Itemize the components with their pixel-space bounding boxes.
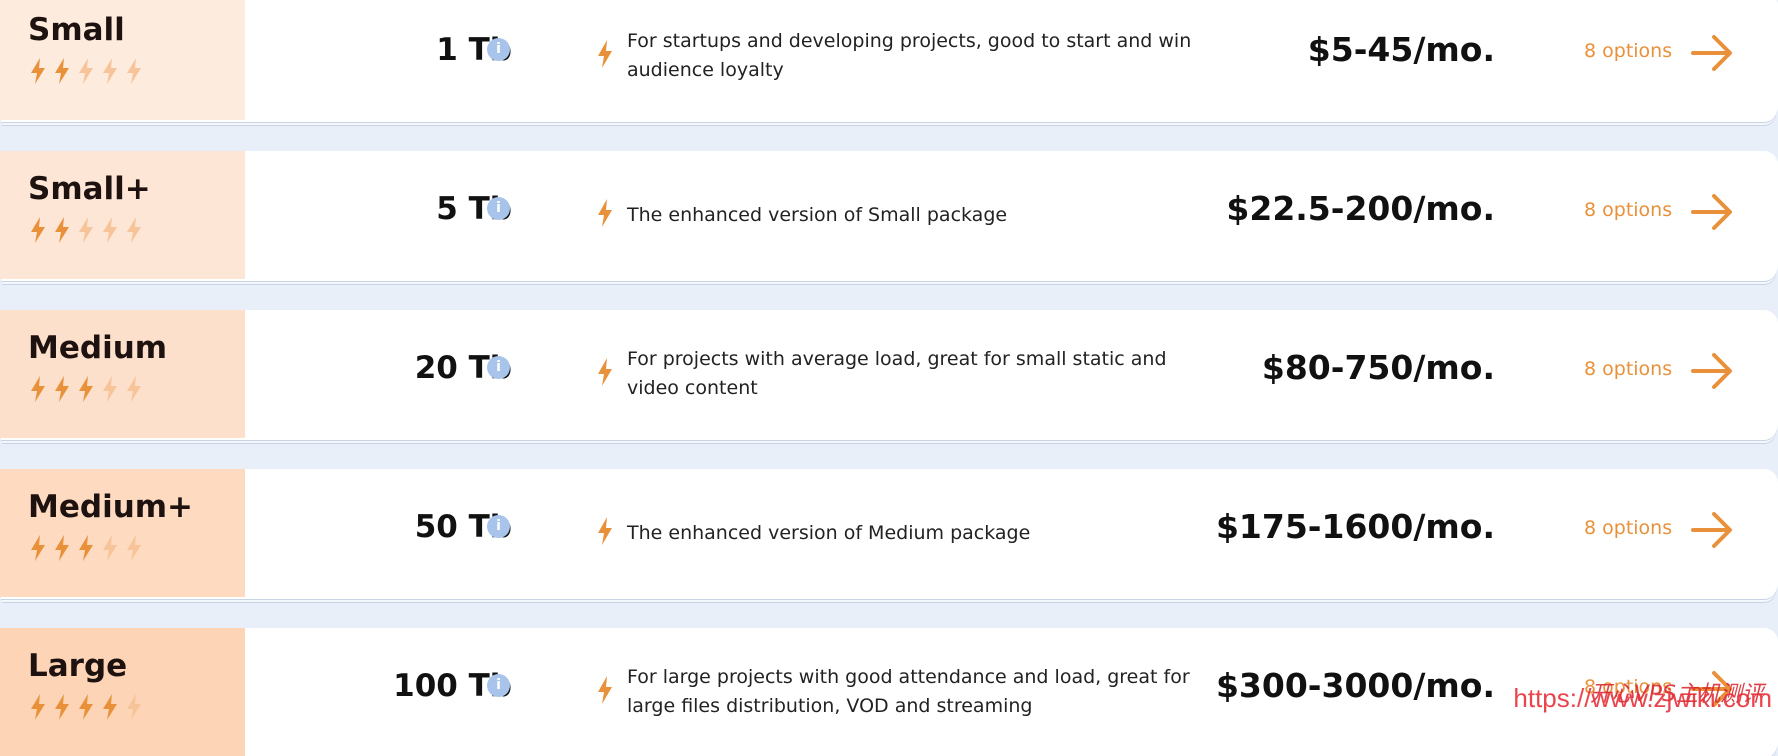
plan-level (28, 58, 144, 88)
plan-description: For projects with average load, great fo… (627, 310, 1207, 438)
lightning-bolt-icon (52, 535, 72, 565)
lightning-bolt-icon (28, 58, 48, 88)
arrow-right-icon[interactable] (1690, 191, 1734, 233)
plan-name: Medium (28, 330, 168, 366)
lightning-bolt-icon (28, 376, 48, 406)
plan-price: $22.5-200/mo. (1226, 189, 1495, 228)
lightning-bolt-icon (28, 694, 48, 724)
plan-level (28, 535, 144, 565)
plan-price: $5-45/mo. (1307, 30, 1495, 69)
lightning-bolt-icon (52, 217, 72, 247)
arrow-right-icon[interactable] (1690, 350, 1734, 392)
lightning-bolt-icon (52, 58, 72, 88)
plan-description-text: For startups and developing projects, go… (627, 30, 1192, 81)
plan-row[interactable]: Medium+ 50 Tb i The enhanced version of … (0, 469, 1778, 597)
lightning-bolt-icon (598, 676, 612, 704)
lightning-bolt-icon (76, 217, 96, 247)
plan-options-link[interactable]: 8 options (1584, 358, 1672, 380)
lightning-bolt-icon (124, 217, 144, 247)
lightning-bolt-icon (100, 694, 120, 724)
lightning-bolt-icon (52, 694, 72, 724)
arrow-right-icon[interactable] (1690, 509, 1734, 551)
lightning-bolt-icon (124, 376, 144, 406)
plan-price: $80-750/mo. (1261, 348, 1495, 387)
plan-level (28, 376, 144, 406)
lightning-bolt-icon (52, 376, 72, 406)
lightning-bolt-icon (598, 517, 612, 545)
lightning-bolt-icon (124, 694, 144, 724)
info-icon[interactable]: i (487, 197, 510, 220)
info-icon[interactable]: i (487, 515, 510, 538)
plan-name-panel: Medium+ (0, 469, 245, 597)
plan-name: Large (28, 648, 128, 684)
plan-level (28, 694, 144, 724)
plan-name: Small+ (28, 171, 151, 207)
plan-price: $300-3000/mo. (1215, 666, 1495, 705)
lightning-bolt-icon (76, 58, 96, 88)
plan-row[interactable]: Small 1 Tb i For startups and developing… (0, 0, 1778, 120)
plan-level (28, 217, 144, 247)
lightning-bolt-icon (598, 199, 612, 227)
plan-description-text: The enhanced version of Medium package (627, 521, 1031, 544)
plan-options-link[interactable]: 8 options (1584, 517, 1672, 539)
plan-description-text: For large projects with good attendance … (627, 666, 1190, 717)
plan-name-panel: Small (0, 0, 245, 120)
plan-description-text: The enhanced version of Small package (627, 203, 1008, 226)
plan-name-panel: Medium (0, 310, 245, 438)
lightning-bolt-icon (28, 535, 48, 565)
lightning-bolt-icon (100, 376, 120, 406)
lightning-bolt-icon (100, 535, 120, 565)
plan-description: For startups and developing projects, go… (627, 0, 1207, 120)
plan-row[interactable]: Small+ 5 Tb i The enhanced version of Sm… (0, 151, 1778, 279)
watermark-url: https://www.zjwiki.com (1513, 683, 1772, 713)
info-icon[interactable]: i (487, 674, 510, 697)
lightning-bolt-icon (76, 694, 96, 724)
lightning-bolt-icon (124, 535, 144, 565)
plan-name: Small (28, 12, 125, 48)
lightning-bolt-icon (76, 535, 96, 565)
lightning-bolt-icon (598, 358, 612, 386)
plan-description: For large projects with good attendance … (627, 628, 1207, 756)
lightning-bolt-icon (28, 217, 48, 247)
plan-description-text: For projects with average load, great fo… (627, 348, 1167, 399)
lightning-bolt-icon (124, 58, 144, 88)
lightning-bolt-icon (100, 217, 120, 247)
info-icon[interactable]: i (487, 356, 510, 379)
info-icon[interactable]: i (487, 38, 510, 61)
plan-name-panel: Large (0, 628, 245, 756)
arrow-right-icon[interactable] (1690, 32, 1734, 74)
plan-description: The enhanced version of Small package (627, 151, 1207, 279)
lightning-bolt-icon (598, 40, 612, 68)
plan-name-panel: Small+ (0, 151, 245, 279)
lightning-bolt-icon (76, 376, 96, 406)
lightning-bolt-icon (100, 58, 120, 88)
plan-options-link[interactable]: 8 options (1584, 199, 1672, 221)
plan-options-link[interactable]: 8 options (1584, 40, 1672, 62)
plan-row[interactable]: Medium 20 Tb i For projects with average… (0, 310, 1778, 438)
plan-description: The enhanced version of Medium package (627, 469, 1207, 597)
plan-price: $175-1600/mo. (1215, 507, 1495, 546)
plan-name: Medium+ (28, 489, 194, 525)
plan-row[interactable]: Large 100 Tb i For large projects with g… (0, 628, 1778, 756)
